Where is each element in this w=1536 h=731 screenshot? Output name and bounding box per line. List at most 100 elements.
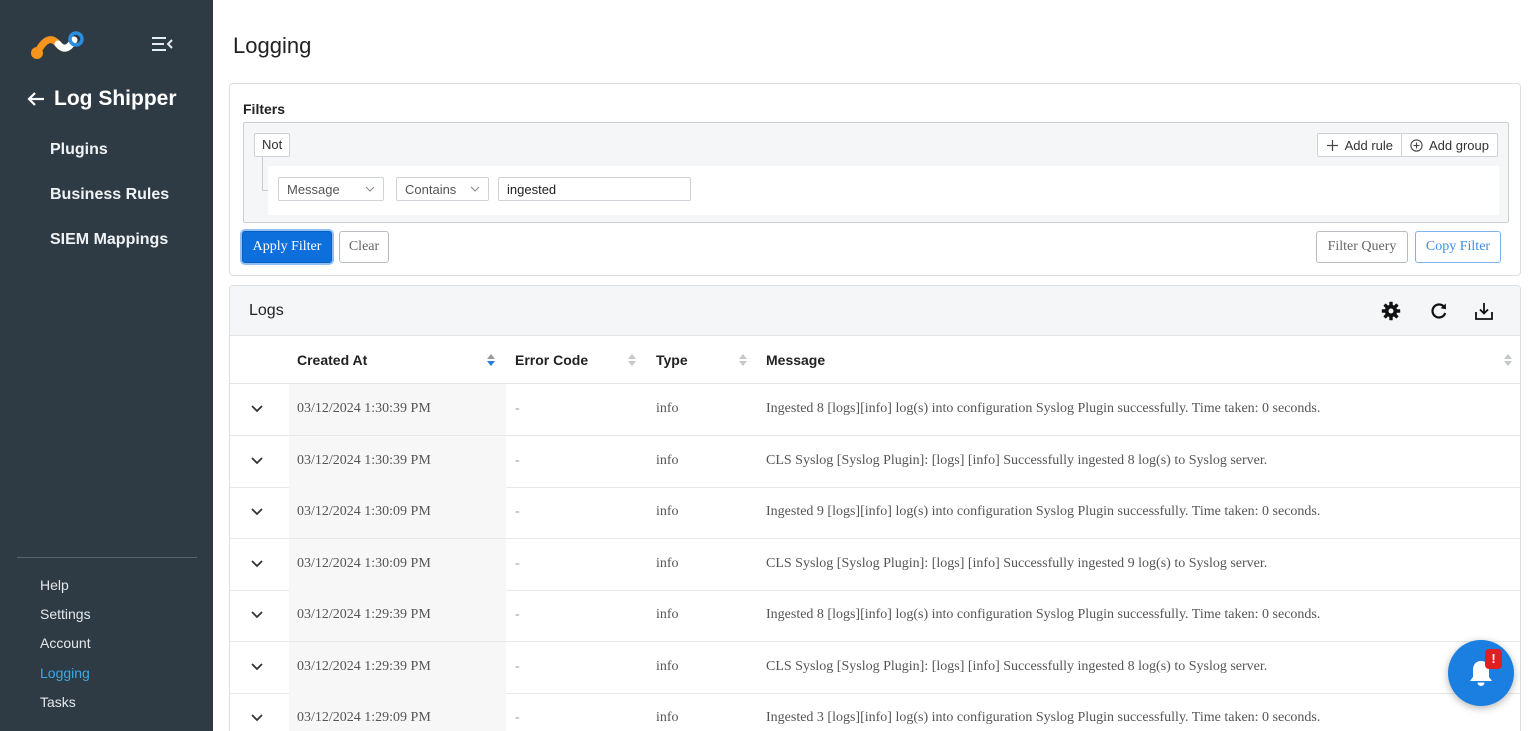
sidebar-divider	[17, 557, 197, 558]
filter-query-button[interactable]: Filter Query	[1316, 231, 1408, 263]
chevron-down-icon	[365, 186, 375, 192]
cell-created-at: 03/12/2024 1:30:09 PM	[297, 504, 431, 519]
cell-created-at: 03/12/2024 1:29:09 PM	[297, 710, 431, 725]
filters-label: Filters	[243, 101, 286, 117]
sidebar-item-help[interactable]: Help	[40, 575, 91, 604]
filter-rule-row: Message Contains	[268, 166, 1499, 215]
clear-button[interactable]: Clear	[339, 231, 389, 263]
page-title: Logging	[233, 33, 312, 58]
table-row[interactable]: 03/12/2024 1:30:09 PM - info CLS Syslog [Sy…	[230, 538, 1520, 591]
logs-title: Logs	[249, 302, 284, 319]
sidebar-bottom-nav: Help Settings Account Logging Tasks	[40, 575, 91, 721]
table-row[interactable]: 03/12/2024 1:29:39 PM - info CLS Syslog [Sy…	[230, 641, 1520, 694]
cell-type: info	[656, 452, 679, 468]
download-icon[interactable]	[1474, 301, 1494, 321]
notification-button[interactable]: !	[1448, 640, 1514, 706]
operator-select-value: Contains	[405, 181, 457, 197]
arrow-left-icon	[27, 92, 44, 106]
chevron-down-icon[interactable]	[250, 404, 264, 414]
refresh-icon[interactable]	[1429, 301, 1449, 321]
back-link-label: Log Shipper	[54, 87, 177, 110]
chevron-down-icon[interactable]	[250, 662, 264, 672]
field-select-value: Message	[287, 181, 340, 197]
field-select[interactable]: Message	[278, 177, 384, 201]
cell-type: info	[656, 607, 679, 622]
table-row[interactable]: 03/12/2024 1:30:09 PM - info Ingested 9 [lo…	[230, 487, 1520, 539]
sort-icon[interactable]	[1504, 354, 1512, 366]
column-header-created-at[interactable]: Created At	[297, 352, 367, 368]
table-row[interactable]: 03/12/2024 1:29:09 PM - info Ingested 3 [lo…	[230, 693, 1520, 731]
apply-filter-button[interactable]: Apply Filter	[242, 231, 332, 263]
cell-message: CLS Syslog [Syslog Plugin]: [logs] [info…	[766, 555, 1268, 571]
cell-created-at: 03/12/2024 1:30:39 PM	[297, 401, 431, 416]
cell-message: Ingested 8 [logs][info] log(s) into conf…	[766, 401, 1321, 416]
sidebar-item-logging[interactable]: Logging	[40, 663, 91, 692]
rule-connector	[262, 157, 263, 191]
column-header-type[interactable]: Type	[656, 352, 688, 368]
cell-message: CLS Syslog [Syslog Plugin]: [logs] [info…	[766, 658, 1268, 674]
cell-error-code: -	[515, 401, 520, 416]
copy-filter-button[interactable]: Copy Filter	[1415, 231, 1501, 263]
cell-message: Ingested 3 [logs][info] log(s) into conf…	[766, 710, 1321, 725]
filter-value-input[interactable]	[498, 177, 691, 201]
chevron-down-icon[interactable]	[250, 610, 264, 620]
plus-circle-icon	[1410, 138, 1423, 152]
sidebar-item-account[interactable]: Account	[40, 633, 91, 662]
group-actions: Add rule Add group	[1316, 133, 1498, 157]
not-toggle-button[interactable]: Not	[254, 133, 291, 157]
cell-type: info	[656, 555, 679, 571]
logs-card: Logs Created At Error Code Type Message …	[229, 285, 1521, 731]
chevron-down-icon[interactable]	[250, 507, 264, 517]
sort-icon[interactable]	[487, 354, 495, 366]
cell-error-code: -	[515, 452, 520, 468]
cell-type: info	[656, 710, 679, 725]
back-link[interactable]: Log Shipper	[26, 87, 177, 111]
operator-select[interactable]: Contains	[396, 177, 489, 201]
sidebar-item-settings[interactable]: Settings	[40, 604, 91, 633]
chevron-down-icon[interactable]	[250, 559, 264, 569]
sort-icon[interactable]	[739, 354, 747, 366]
sidebar-nav: Plugins Business Rules SIEM Mappings	[50, 139, 169, 274]
cell-created-at: 03/12/2024 1:30:09 PM	[297, 555, 431, 571]
sidebar: Log Shipper Plugins Business Rules SIEM …	[0, 0, 213, 731]
sort-icon[interactable]	[628, 354, 636, 366]
chevron-down-icon[interactable]	[250, 456, 264, 466]
chevron-down-icon	[470, 186, 480, 192]
cell-created-at: 03/12/2024 1:29:39 PM	[297, 607, 431, 622]
cell-error-code: -	[515, 658, 520, 674]
filters-card: Filters Not Add rule Add group Message C…	[229, 83, 1521, 276]
logs-header: Logs	[230, 286, 1520, 336]
column-header-error-code[interactable]: Error Code	[515, 352, 588, 368]
cell-error-code: -	[515, 607, 520, 622]
chevron-down-icon[interactable]	[250, 713, 264, 723]
table-row[interactable]: 03/12/2024 1:30:39 PM - info Ingested 8 [lo…	[230, 384, 1520, 436]
cell-error-code: -	[515, 555, 520, 571]
collapse-menu-icon[interactable]	[150, 34, 174, 54]
sidebar-item-business-rules[interactable]: Business Rules	[50, 184, 169, 229]
table-row[interactable]: 03/12/2024 1:30:39 PM - info CLS Syslog [Sy…	[230, 435, 1520, 488]
sidebar-item-siem-mappings[interactable]: SIEM Mappings	[50, 229, 169, 274]
cell-error-code: -	[515, 504, 520, 519]
sidebar-item-tasks[interactable]: Tasks	[40, 692, 91, 721]
sidebar-item-plugins[interactable]: Plugins	[50, 139, 169, 184]
app-logo[interactable]	[30, 30, 84, 60]
plus-icon	[1326, 139, 1338, 151]
add-group-button[interactable]: Add group	[1401, 134, 1497, 156]
cell-error-code: -	[515, 710, 520, 725]
query-builder: Not Add rule Add group Message Contains …	[243, 122, 1509, 223]
gear-icon[interactable]	[1381, 301, 1401, 321]
cell-created-at: 03/12/2024 1:29:39 PM	[297, 658, 431, 674]
cell-message: CLS Syslog [Syslog Plugin]: [logs] [info…	[766, 452, 1268, 468]
cell-type: info	[656, 504, 679, 519]
cell-type: info	[656, 658, 679, 674]
cell-type: info	[656, 401, 679, 416]
add-rule-button[interactable]: Add rule	[1318, 134, 1401, 156]
notification-badge: !	[1485, 649, 1502, 669]
column-header-message[interactable]: Message	[766, 352, 825, 368]
add-group-label: Add group	[1429, 137, 1489, 153]
table-row[interactable]: 03/12/2024 1:29:39 PM - info Ingested 8 [lo…	[230, 590, 1520, 642]
cell-message: Ingested 9 [logs][info] log(s) into conf…	[766, 504, 1321, 519]
cell-message: Ingested 8 [logs][info] log(s) into conf…	[766, 607, 1321, 622]
table-header: Created At Error Code Type Message	[230, 336, 1520, 384]
add-rule-label: Add rule	[1344, 137, 1393, 153]
